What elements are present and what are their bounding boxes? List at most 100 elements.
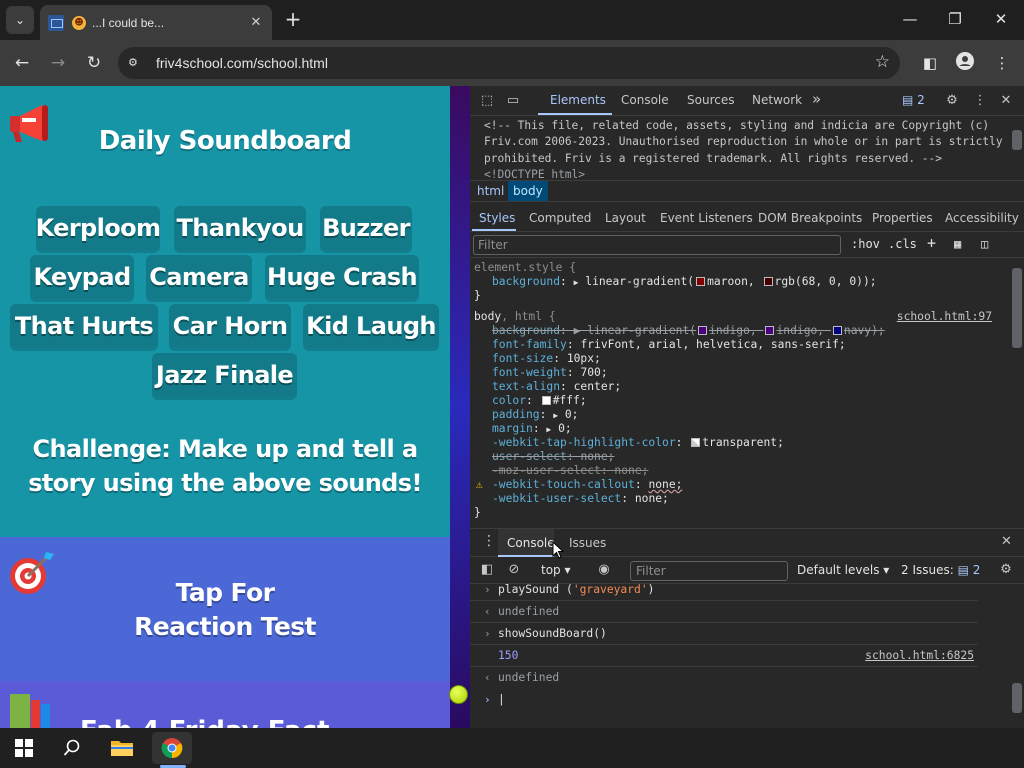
color-swatch[interactable] <box>541 396 551 405</box>
address-bar[interactable]: ⚙ friv4school.com/school.html ☆ <box>118 47 900 79</box>
sound-button-huge-crash[interactable]: Huge Crash <box>265 255 419 299</box>
decl-font-weight[interactable]: font-weight: 700; <box>492 366 608 380</box>
sound-button-car-horn[interactable]: Car Horn <box>169 304 291 348</box>
chrome-taskbar-icon[interactable] <box>152 732 192 764</box>
tab-dom-breakpoints[interactable]: DOM Breakpoints <box>758 211 862 225</box>
dom-source-view[interactable]: <!-- This file, related code, assets, st… <box>470 116 1024 178</box>
windows-start-icon[interactable] <box>4 732 44 764</box>
messages-badge[interactable]: ▤ 2 <box>902 93 925 107</box>
clear-console-icon[interactable]: ⊘ <box>505 561 523 579</box>
console-log-row[interactable]: 150 school.html:6825 <box>470 645 978 667</box>
console-scrollbar[interactable] <box>1012 683 1022 713</box>
window-close-icon[interactable]: ✕ <box>986 8 1016 32</box>
decl-margin[interactable]: margin: ▶ 0; <box>492 422 572 436</box>
console-result-row[interactable]: ‹ undefined <box>470 667 978 689</box>
element-style-decl[interactable]: background: ▶ linear-gradient(maroon, rg… <box>492 275 877 289</box>
color-swatch[interactable] <box>763 277 773 286</box>
devtools-close-icon[interactable]: ✕ <box>997 92 1015 110</box>
drawer-tab-console[interactable]: Console <box>507 536 555 550</box>
sound-button-camera[interactable]: Camera <box>146 255 252 299</box>
decl-text-align[interactable]: text-align: center; <box>492 380 621 394</box>
source-scrollbar[interactable] <box>1012 130 1022 150</box>
decl-moz-user-select[interactable]: -moz-user-select: none; <box>492 464 648 478</box>
minimize-icon[interactable]: — <box>895 8 925 32</box>
console-filter-input[interactable]: Filter <box>630 561 788 581</box>
tab-close-icon[interactable]: ✕ <box>248 15 264 30</box>
hov-toggle[interactable]: :hov <box>851 237 880 251</box>
decl-webkit-user-select[interactable]: -webkit-user-select: none; <box>492 492 669 506</box>
sound-button-that-hurts[interactable]: That Hurts <box>10 304 158 348</box>
console-prompt[interactable]: › | <box>470 689 978 711</box>
sound-button-kerploom[interactable]: Kerploom <box>36 206 161 250</box>
taskbar-search-icon[interactable] <box>52 732 92 764</box>
tab-search-button[interactable]: ⌄ <box>6 6 34 34</box>
inspect-element-icon[interactable]: ⬚ <box>478 92 496 110</box>
console-result-row[interactable]: ‹ undefined <box>470 601 978 623</box>
reload-icon[interactable]: ↻ <box>82 51 106 75</box>
decl-touch-callout[interactable]: -webkit-touch-callout: none; <box>492 478 682 492</box>
console-input-row[interactable]: › playSound ('graveyard') <box>470 579 978 601</box>
styles-filter-input[interactable]: Filter <box>473 235 841 255</box>
styles-scrollbar[interactable] <box>1012 268 1022 348</box>
breadcrumb-body[interactable]: body <box>508 181 548 201</box>
profile-icon[interactable] <box>953 51 977 75</box>
sound-button-buzzer[interactable]: Buzzer <box>320 206 412 250</box>
tab-properties[interactable]: Properties <box>872 211 933 225</box>
log-source-link[interactable]: school.html:6825 <box>865 645 974 667</box>
tab-event-listeners[interactable]: Event Listeners <box>660 211 753 225</box>
decl-padding[interactable]: padding: ▶ 0; <box>492 408 578 422</box>
tab-network[interactable]: Network <box>752 93 802 107</box>
tab-console[interactable]: Console <box>621 93 669 107</box>
tab-styles[interactable]: Styles <box>479 211 515 225</box>
back-arrow-icon[interactable]: ← <box>10 51 34 75</box>
live-expression-eye-icon[interactable]: ◉ <box>595 561 613 579</box>
tab-accessibility[interactable]: Accessibility <box>945 211 1019 225</box>
devtools-menu-icon[interactable]: ⋮ <box>971 92 989 110</box>
tab-computed[interactable]: Computed <box>529 211 591 225</box>
source-link[interactable]: school.html:97 <box>897 310 992 323</box>
context-selector[interactable]: top ▾ <box>541 563 571 577</box>
decl-font-size[interactable]: font-size: 10px; <box>492 352 601 366</box>
new-rule-icon[interactable]: + <box>927 234 936 252</box>
color-swatch[interactable] <box>696 277 706 286</box>
element-style-selector[interactable]: element.style { <box>474 261 576 275</box>
tennis-ball-icon[interactable] <box>449 685 468 704</box>
tab-sources[interactable]: Sources <box>687 93 734 107</box>
decl-user-select-overridden[interactable]: user-select: none; <box>492 450 614 464</box>
paint-icon[interactable]: ▦ <box>954 237 961 251</box>
decl-tap-highlight[interactable]: -webkit-tap-highlight-color: transparent… <box>492 436 784 450</box>
restore-icon[interactable]: ❐ <box>940 8 970 32</box>
sound-button-thankyou[interactable]: Thankyou <box>174 206 306 250</box>
reaction-test-label[interactable]: Tap For Reaction Test <box>0 576 450 644</box>
device-toolbar-icon[interactable]: ▭ <box>504 92 522 110</box>
decl-font-family[interactable]: font-family: frivFont, arial, helvetica,… <box>492 338 846 352</box>
drawer-tab-issues[interactable]: Issues <box>569 536 606 550</box>
kebab-menu-icon[interactable]: ⋮ <box>990 51 1014 75</box>
sound-button-jazz-finale[interactable]: Jazz Finale <box>152 353 297 397</box>
issues-counter[interactable]: 2 Issues: ▤ 2 <box>901 563 980 577</box>
sound-button-kid-laugh[interactable]: Kid Laugh <box>303 304 439 348</box>
site-info-icon[interactable]: ⚙ <box>128 56 146 70</box>
decl-color[interactable]: color: #fff; <box>492 394 587 408</box>
decl-background-overridden[interactable]: background: ▶ linear-gradient(indigo, in… <box>492 324 885 338</box>
console-sidebar-icon[interactable]: ◧ <box>478 561 496 579</box>
breadcrumb-html[interactable]: html <box>472 184 509 198</box>
forward-arrow-icon[interactable]: → <box>46 51 70 75</box>
cls-toggle[interactable]: .cls <box>888 237 917 251</box>
console-settings-icon[interactable]: ⚙ <box>997 561 1015 579</box>
drawer-menu-icon[interactable]: ⋮ <box>482 533 496 549</box>
tab-layout[interactable]: Layout <box>605 211 646 225</box>
toggle-sidebar-icon[interactable]: ◫ <box>981 237 988 251</box>
side-panel-icon[interactable]: ◧ <box>918 51 942 75</box>
drawer-close-icon[interactable]: ✕ <box>1001 534 1012 549</box>
body-rule-selector[interactable]: body, html { <box>474 310 556 324</box>
file-explorer-icon[interactable] <box>102 732 142 764</box>
bookmark-star-icon[interactable]: ☆ <box>875 52 890 72</box>
more-tabs-icon[interactable]: » <box>812 90 821 108</box>
color-swatch[interactable] <box>691 438 701 447</box>
sound-button-keypad[interactable]: Keypad <box>30 255 134 299</box>
settings-gear-icon[interactable]: ⚙ <box>943 92 961 110</box>
browser-tab[interactable]: ☻ ...I could be... ✕ <box>40 5 272 40</box>
new-tab-button[interactable]: + <box>281 8 305 32</box>
log-levels-dropdown[interactable]: Default levels ▾ <box>797 563 889 577</box>
